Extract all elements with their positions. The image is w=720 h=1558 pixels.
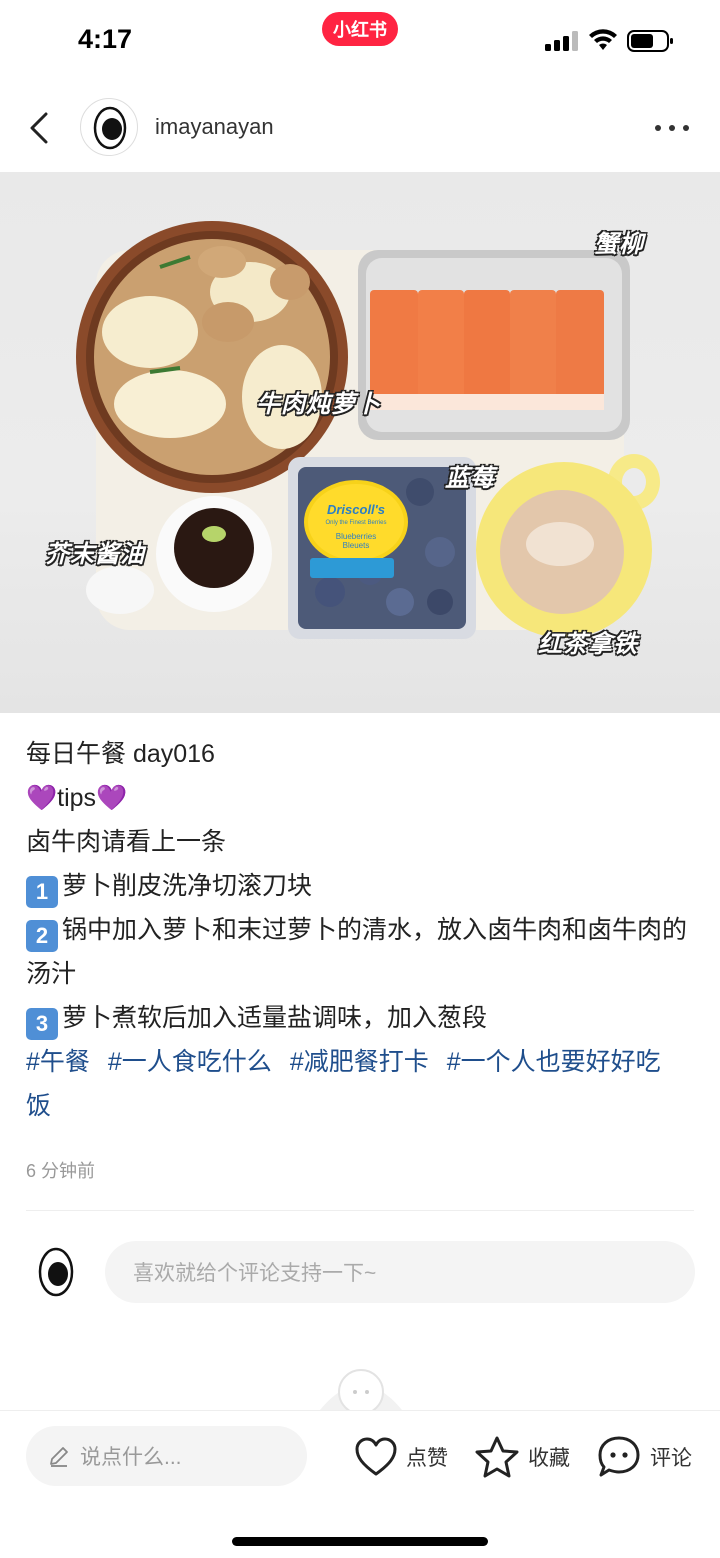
comment-button[interactable]: 评论 bbox=[596, 1431, 692, 1483]
hashtag[interactable]: #午餐 bbox=[26, 1048, 90, 1076]
label-tea-latte: 红茶拿铁 bbox=[538, 630, 638, 658]
purple-heart-icon: 💜 bbox=[96, 784, 128, 812]
app-badge: 小红书 bbox=[322, 12, 398, 46]
pencil-icon bbox=[50, 1447, 68, 1467]
post-photo[interactable]: 蟹柳 牛肉炖萝卜 蓝莓 芥末酱油 红茶拿铁 Driscoll's Only th… bbox=[0, 172, 720, 713]
post-intro: 卤牛肉请看上一条 bbox=[26, 828, 227, 856]
number-two-icon: 2 bbox=[26, 920, 58, 952]
like-button[interactable]: 点赞 bbox=[354, 1431, 448, 1483]
label-wasabi-soy: 芥末酱油 bbox=[45, 540, 145, 568]
number-three-icon: 3 bbox=[26, 1008, 58, 1040]
bottom-action-bar: 说点什么... 点赞 收藏 评论 bbox=[0, 1410, 720, 1558]
step-3-text: 萝卜煮软后加入适量盐调味，加入葱段 bbox=[62, 1004, 488, 1032]
heart-icon bbox=[355, 1437, 397, 1476]
post-header: imayanayan bbox=[0, 86, 720, 170]
author-username[interactable]: imayanayan bbox=[155, 114, 274, 140]
back-button[interactable] bbox=[24, 108, 54, 148]
cellular-signal-icon bbox=[545, 31, 578, 51]
step-1-text: 萝卜削皮洗净切滚刀块 bbox=[62, 872, 313, 900]
wifi-icon bbox=[589, 29, 617, 50]
label-blueberry: 蓝莓 bbox=[445, 464, 495, 492]
step-2-text: 锅中加入萝卜和末过萝卜的清水，放入卤牛肉和卤牛肉的汤汁 bbox=[26, 916, 688, 988]
post-title: 每日午餐 day016 bbox=[26, 740, 215, 768]
author-avatar[interactable] bbox=[80, 98, 138, 156]
home-indicator[interactable] bbox=[232, 1537, 488, 1546]
tips-text: tips bbox=[57, 784, 97, 812]
like-label: 点赞 bbox=[406, 1447, 448, 1470]
hashtag[interactable]: #减肥餐打卡 bbox=[290, 1048, 429, 1076]
collect-label: 收藏 bbox=[528, 1447, 570, 1470]
more-options-icon[interactable] bbox=[652, 114, 692, 142]
step-2: 2 锅中加入萝卜和末过萝卜的清水，放入卤牛肉和卤牛肉的汤汁 bbox=[26, 908, 696, 996]
post-content: 每日午餐 day016 💜tips💜 卤牛肉请看上一条 1 萝卜削皮洗净切滚刀块 … bbox=[26, 732, 696, 1128]
quick-comment-input[interactable]: 说点什么... bbox=[26, 1426, 307, 1486]
label-beef-radish: 牛肉炖萝卜 bbox=[256, 390, 381, 418]
divider bbox=[26, 1210, 694, 1211]
label-crab-stick: 蟹柳 bbox=[594, 230, 644, 258]
step-3: 3 萝卜煮软后加入适量盐调味，加入葱段 bbox=[26, 996, 696, 1040]
user-avatar-eye-icon bbox=[38, 1247, 74, 1297]
driscolls-tagline: Only the Finest Berries bbox=[325, 520, 387, 526]
status-bar: 4:17 小红书 bbox=[0, 0, 720, 80]
step-1: 1 萝卜削皮洗净切滚刀块 bbox=[26, 864, 696, 908]
hashtag[interactable]: #一人食吃什么 bbox=[108, 1048, 272, 1076]
hashtag-list: #午餐 #一人食吃什么 #减肥餐打卡 #一个人也要好好吃饭 bbox=[26, 1040, 696, 1128]
battery-icon bbox=[627, 30, 673, 52]
status-time: 4:17 bbox=[78, 24, 133, 54]
star-icon bbox=[475, 1436, 519, 1478]
collect-button[interactable]: 收藏 bbox=[474, 1431, 570, 1483]
comment-bubble-icon bbox=[598, 1436, 640, 1477]
post-timestamp: 6 分钟前 bbox=[26, 1161, 96, 1181]
eye-avatar-icon bbox=[93, 106, 127, 150]
quick-comment-placeholder: 说点什么... bbox=[80, 1446, 182, 1469]
number-one-icon: 1 bbox=[26, 876, 58, 908]
comment-label: 评论 bbox=[650, 1447, 692, 1470]
comment-input[interactable]: 喜欢就给个评论支持一下~ bbox=[105, 1241, 695, 1303]
purple-heart-icon: 💜 bbox=[26, 784, 58, 812]
blueberry-pack-label: Blueberries Bleuets bbox=[335, 532, 377, 550]
driscolls-logo: Driscoll's bbox=[326, 502, 385, 517]
tips-line: 💜tips💜 bbox=[26, 776, 696, 820]
